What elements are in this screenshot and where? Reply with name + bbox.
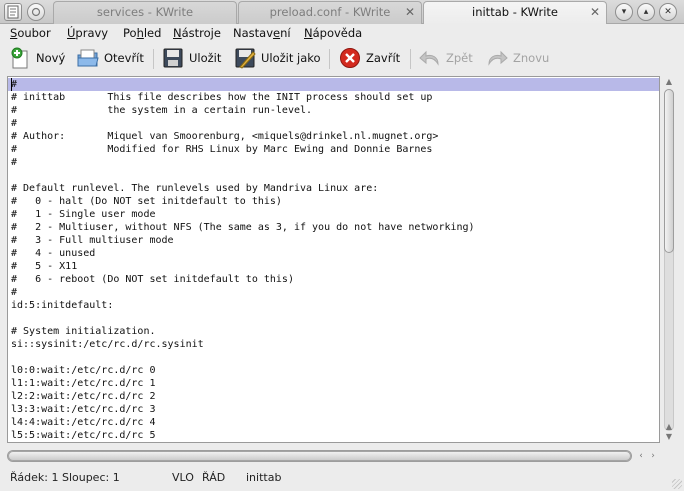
redo-label: Znovu	[513, 51, 550, 65]
menu-label: Nastav	[233, 26, 274, 40]
save-as-button[interactable]: Uložit jako	[234, 46, 321, 70]
code-line: # 0 - halt (Do NOT set initdefault to th…	[11, 196, 282, 207]
menu-file[interactable]: Soubor	[10, 26, 51, 40]
tab-close-icon[interactable]: ✕	[590, 2, 600, 23]
code-line: l1:1:wait:/etc/rc.d/rc 1	[11, 378, 156, 389]
status-bar: Řádek: 1 Sloupec: 1 VLO ŘÁD inittab	[0, 466, 684, 491]
vertical-scrollbar[interactable]: ▲ ▲ ▼	[660, 76, 678, 443]
new-document-icon	[9, 47, 31, 69]
title-bar: services - KWrite preload.conf - KWrite …	[0, 0, 684, 25]
save-as-label: Uložit jako	[261, 51, 321, 65]
save-as-icon	[234, 47, 256, 69]
open-button[interactable]: Otevřít	[77, 46, 144, 70]
window-tab-label: inittab - KWrite	[472, 5, 558, 19]
menu-bar: Soubor Úpravy Pohled Nástroje Nastavení …	[0, 24, 684, 42]
menu-help[interactable]: Nápověda	[304, 26, 362, 40]
scroll-down-icon[interactable]: ▼	[663, 432, 675, 442]
current-line-highlight	[8, 78, 659, 91]
window-menu-icon[interactable]	[27, 3, 45, 21]
menu-accel: h	[136, 26, 144, 40]
cursor-position: Řádek: 1 Sloupec: 1	[10, 471, 120, 484]
menu-label: led	[143, 26, 162, 40]
code-line: l0:0:wait:/etc/rc.d/rc 0	[11, 365, 156, 376]
code-line: # 1 - Single user mode	[11, 209, 156, 220]
code-line: #	[11, 157, 18, 168]
toolbar-separator	[153, 49, 154, 69]
open-folder-icon	[77, 47, 99, 69]
insert-mode-indicator[interactable]: VLO	[172, 471, 194, 484]
save-disk-icon	[162, 47, 184, 69]
menu-label: oubor	[17, 26, 51, 40]
menu-label: ápověda	[312, 26, 363, 40]
window-tab-services[interactable]: services - KWrite	[53, 1, 237, 24]
toolbar-separator	[329, 49, 330, 69]
code-line: # Modified for RHS Linux by Marc Ewing a…	[11, 144, 433, 155]
code-line: l4:4:wait:/etc/rc.d/rc 4	[11, 417, 156, 428]
menu-label: pravy	[75, 26, 109, 40]
menu-tools[interactable]: Nástroje	[173, 26, 221, 40]
window-tab-label: preload.conf - KWrite	[269, 5, 391, 19]
app-document-icon[interactable]	[4, 3, 22, 21]
scroll-right-icon[interactable]: ›	[648, 451, 658, 461]
scroll-up-icon[interactable]: ▲	[663, 77, 675, 87]
minimize-icon[interactable]: ▾	[615, 3, 633, 21]
menu-settings[interactable]: Nastavení	[233, 26, 291, 40]
code-line: id:5:initdefault:	[11, 300, 114, 311]
code-line: # inittab This file describes how the IN…	[11, 92, 433, 103]
code-line: # Author: Miquel van Smoorenburg, <mique…	[11, 131, 439, 142]
resize-grip[interactable]	[672, 479, 682, 489]
menu-edit[interactable]: Úpravy	[67, 26, 108, 40]
menu-view[interactable]: Pohled	[123, 26, 161, 40]
code-line: # 6 - reboot (Do NOT set initdefault to …	[11, 274, 294, 285]
menu-label: Po	[123, 26, 137, 40]
close-window-icon[interactable]: ✕	[659, 3, 677, 21]
code-line: #	[11, 287, 18, 298]
code-line: l2:2:wait:/etc/rc.d/rc 2	[11, 391, 156, 402]
menu-label: ní	[280, 26, 291, 40]
horizontal-scroll-thumb[interactable]	[8, 451, 631, 461]
code-line: # Default runlevel. The runlevels used b…	[11, 183, 379, 194]
code-line: # 3 - Full multiuser mode	[11, 235, 174, 246]
tab-close-icon[interactable]: ✕	[405, 2, 415, 23]
menu-label: ástroje	[181, 26, 221, 40]
open-label: Otevřít	[104, 51, 144, 65]
code-line: # System initialization.	[11, 326, 156, 337]
maximize-icon[interactable]: ▴	[637, 3, 655, 21]
new-button[interactable]: Nový	[9, 46, 65, 70]
close-button[interactable]: Zavřít	[339, 46, 400, 70]
menu-accel: N	[304, 26, 313, 40]
window-tab-preload[interactable]: preload.conf - KWrite ✕	[238, 1, 422, 24]
code-line: l3:3:wait:/etc/rc.d/rc 3	[11, 404, 156, 415]
code-line: l5:5:wait:/etc/rc.d/rc 5	[11, 430, 156, 441]
vertical-scroll-thumb[interactable]	[664, 89, 674, 253]
toolbar-separator	[410, 49, 411, 69]
window-tab-inittab[interactable]: inittab - KWrite ✕	[423, 1, 607, 25]
scroll-up-icon[interactable]: ▲	[663, 422, 675, 432]
code-line: # 4 - unused	[11, 248, 96, 259]
status-filename: inittab	[246, 471, 282, 484]
main-toolbar: Nový Otevřít Uložit Uložit jako Zavřít Z…	[0, 42, 684, 74]
new-label: Nový	[36, 51, 66, 65]
text-cursor	[11, 78, 12, 91]
undo-button[interactable]: Zpět	[419, 46, 473, 70]
code-line: # 5 - X11	[11, 261, 78, 272]
save-label: Uložit	[189, 51, 222, 65]
save-button[interactable]: Uložit	[162, 46, 221, 70]
code-line: # the system in a certain run-level.	[11, 105, 313, 116]
menu-accel: N	[173, 26, 182, 40]
code-line: si::sysinit:/etc/rc.d/rc.sysinit	[11, 339, 204, 350]
undo-label: Zpět	[446, 51, 473, 65]
code-line: # 2 - Multiuser, without NFS (The same a…	[11, 222, 475, 233]
text-editor[interactable]: # # inittab This file describes how the …	[7, 76, 660, 443]
redo-arrow-icon	[486, 47, 508, 69]
close-document-icon	[339, 47, 361, 69]
horizontal-scrollbar[interactable]: ‹ ›	[7, 447, 660, 465]
window-tab-label: services - KWrite	[96, 5, 194, 19]
selection-mode-indicator[interactable]: ŘÁD	[202, 471, 225, 484]
close-label: Zavřít	[366, 51, 401, 65]
scroll-left-icon[interactable]: ‹	[636, 451, 646, 461]
code-line: #	[11, 118, 18, 129]
undo-arrow-icon	[419, 47, 441, 69]
redo-button[interactable]: Znovu	[486, 46, 549, 70]
